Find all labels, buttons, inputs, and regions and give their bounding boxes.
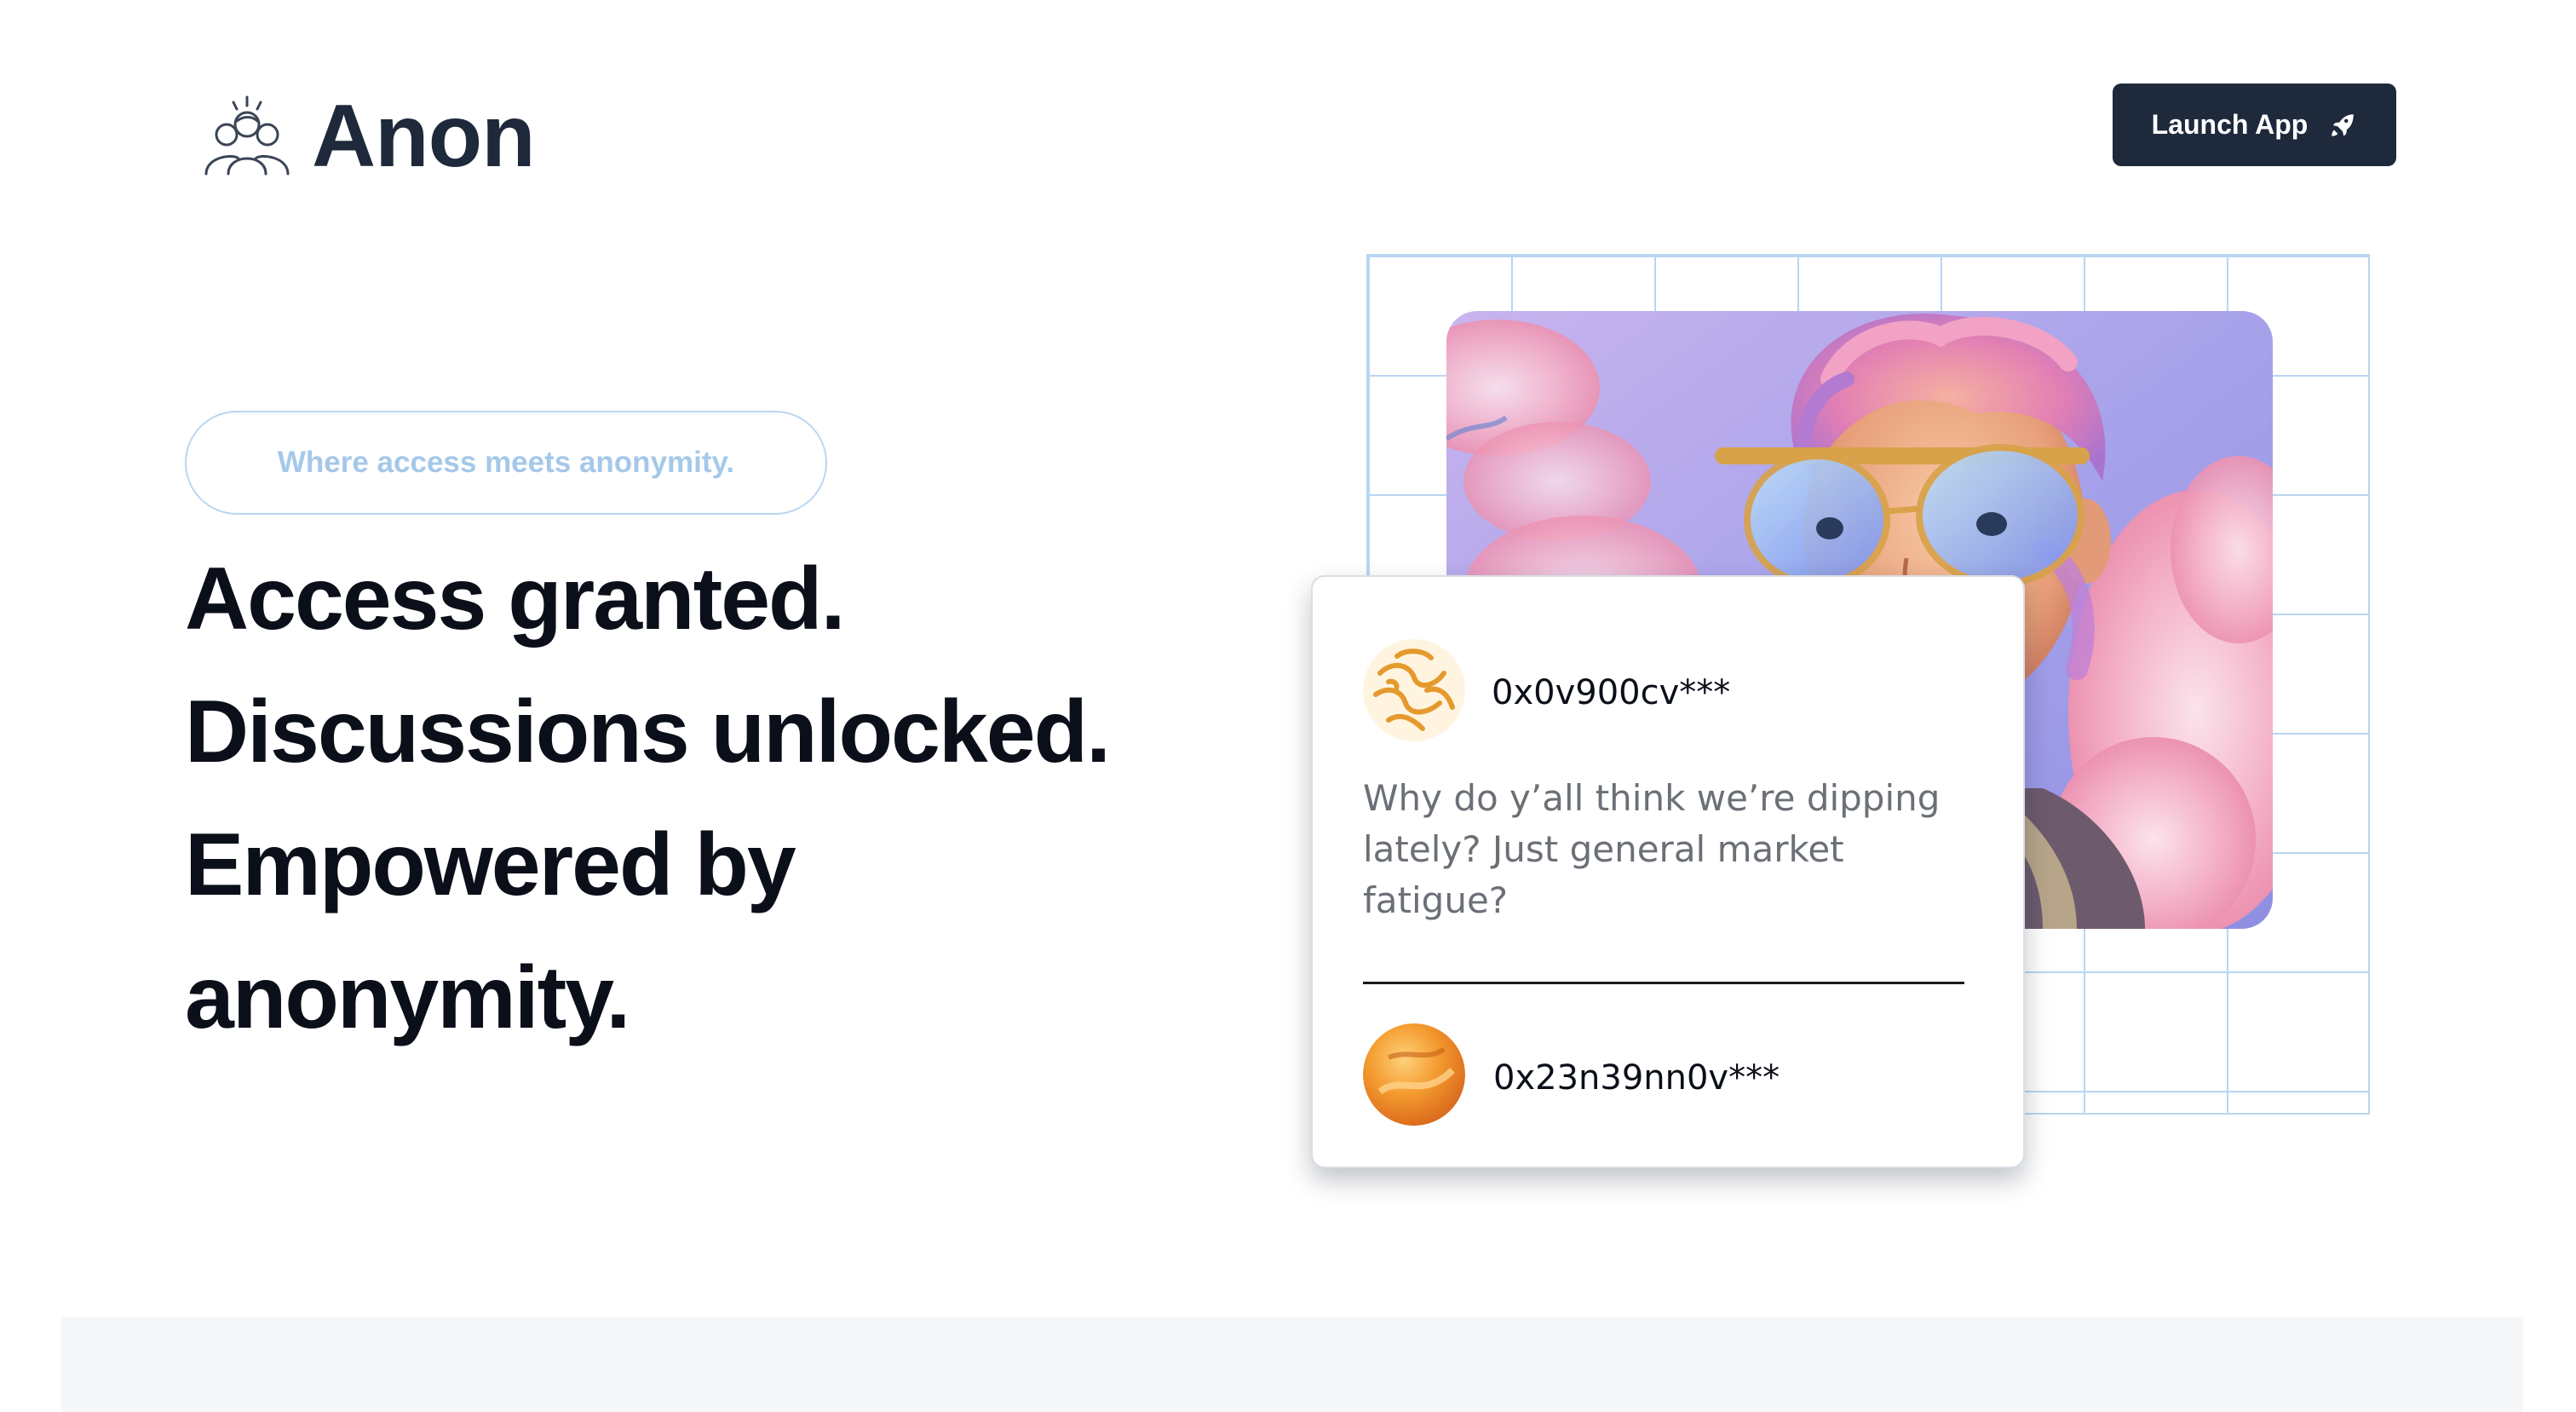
author-avatar[interactable] (1363, 639, 1465, 741)
tagline-pill: Where access meets anonymity. (185, 411, 827, 515)
headline-line: anonymity. (185, 948, 630, 1047)
card-divider (1363, 982, 1964, 984)
post-card[interactable]: 0x0v900cv*** Why do y’all think we’re di… (1311, 575, 2025, 1168)
author-address[interactable]: 0x0v900cv*** (1492, 673, 1730, 712)
headline-line: Access granted. (185, 550, 845, 648)
next-section-band (61, 1317, 2523, 1412)
gradient-avatar-icon (1363, 1023, 1465, 1126)
launch-app-label: Launch App (2151, 109, 2309, 140)
reply-avatar[interactable] (1363, 1023, 1465, 1126)
hero-headline: Access granted. Discussions unlocked. Em… (185, 533, 1292, 1064)
rocket-icon (2332, 113, 2355, 136)
people-group-icon (204, 95, 290, 176)
brand-name: Anon (312, 87, 536, 186)
reply-author-address[interactable]: 0x23n39nn0v*** (1493, 1058, 1780, 1098)
launch-app-button[interactable]: Launch App (2113, 84, 2396, 166)
post-message: Why do y’all think we’re dipping lately?… (1363, 777, 1941, 921)
headline-line: Discussions unlocked. (185, 683, 1111, 781)
headline-line: Empowered by (185, 816, 796, 914)
swirl-avatar-icon (1363, 639, 1465, 741)
brand-logo[interactable]: Anon (199, 85, 536, 187)
tagline-text: Where access meets anonymity. (277, 446, 735, 479)
